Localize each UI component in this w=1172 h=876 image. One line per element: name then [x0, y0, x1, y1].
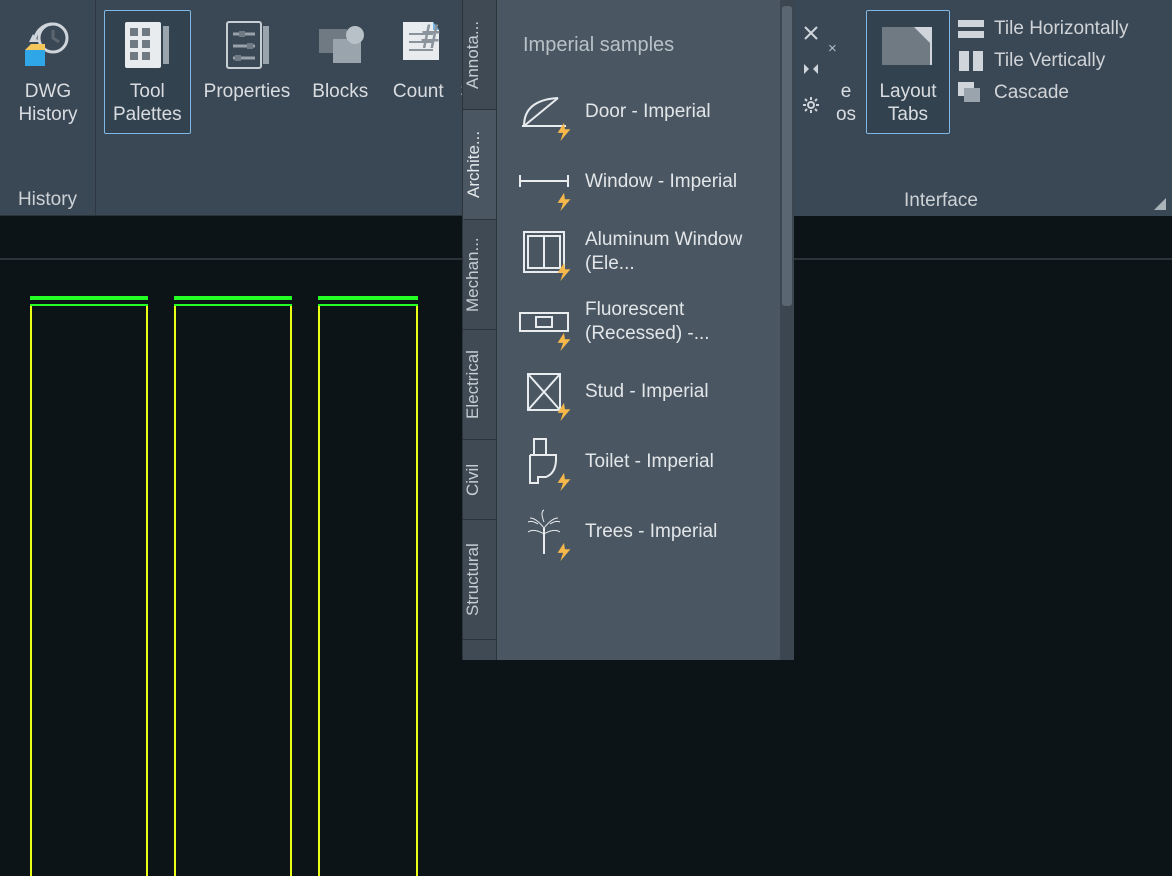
palette-item-aluminum-window[interactable]: Aluminum Window (Ele...: [517, 217, 784, 287]
blocks-icon: [312, 17, 368, 73]
tile-vertically-label: Tile Vertically: [994, 50, 1105, 72]
dynamic-bolt-icon: [553, 331, 575, 353]
dwg-history-button[interactable]: DWG History: [8, 10, 88, 134]
palette-title: Imperial samples: [497, 0, 794, 77]
palette-tab-mechanical[interactable]: Mechan...: [463, 220, 496, 330]
tool-palettes-icon: [119, 17, 175, 73]
scrollbar-thumb[interactable]: [782, 6, 792, 306]
dynamic-bolt-icon: [553, 261, 575, 283]
layout-tabs-button[interactable]: Layout Tabs: [866, 10, 950, 134]
dynamic-bolt-icon: [553, 191, 575, 213]
aluminum-window-icon: [517, 225, 571, 279]
fluorescent-icon: [517, 295, 571, 349]
palette-tab-annotation[interactable]: Annota...: [463, 0, 496, 110]
palette-item-label: Door - Imperial: [585, 100, 711, 124]
palette-item-fluorescent[interactable]: Fluorescent (Recessed) -...: [517, 287, 784, 357]
palette-item-list: Door - Imperial Window - Imperial: [497, 77, 794, 567]
properties-button[interactable]: Properties: [195, 10, 300, 109]
layout-tabs-label: Layout Tabs: [879, 81, 936, 129]
dynamic-bolt-icon: [553, 471, 575, 493]
dwg-history-icon: [20, 17, 76, 73]
palette-item-door[interactable]: Door - Imperial: [517, 77, 784, 147]
palette-item-label: Fluorescent (Recessed) -...: [585, 298, 753, 346]
tool-palettes-label: Tool Palettes: [113, 81, 182, 129]
ribbon-group-history: DWG History History: [0, 0, 96, 215]
dynamic-bolt-icon: [553, 541, 575, 563]
dwg-history-label: DWG History: [18, 81, 77, 129]
palette-item-label: Toilet - Imperial: [585, 450, 714, 474]
tile-horizontally-label: Tile Horizontally: [994, 18, 1128, 40]
dynamic-bolt-icon: [553, 401, 575, 423]
ribbon-group-label-interface: Interface: [824, 190, 1172, 212]
palette-window-controls: [800, 22, 822, 116]
svg-text:#: #: [421, 20, 440, 56]
count-icon: #: [390, 17, 446, 73]
count-label: Count: [393, 81, 444, 104]
layout-tabs-icon: [880, 17, 936, 73]
palette-tab-strip: Annota... Archite... Mechan... Electrica…: [463, 0, 497, 660]
tool-palettes-button[interactable]: Tool Palettes: [104, 10, 191, 134]
truncated-left-label: e os: [835, 81, 859, 129]
ribbon-group-interface: e os Layout Tabs Tile Horizontally: [794, 0, 1172, 216]
small-close-icon[interactable]: ×: [828, 40, 842, 54]
ribbon-group-label-history: History: [0, 189, 95, 211]
close-icon[interactable]: [800, 22, 822, 44]
gear-icon[interactable]: [800, 94, 822, 116]
window-arrange-list: Tile Horizontally Tile Vertically Cascad…: [952, 8, 1142, 104]
dialog-launcher-icon[interactable]: [1152, 196, 1166, 210]
autohide-icon[interactable]: [800, 58, 822, 80]
cascade-label: Cascade: [994, 82, 1069, 104]
palette-scrollbar[interactable]: [780, 0, 794, 660]
palette-tab-electrical[interactable]: Electrical: [463, 330, 496, 440]
palette-tab-architectural[interactable]: Archite...: [463, 110, 496, 220]
toilet-icon: [517, 435, 571, 489]
palette-item-label: Stud - Imperial: [585, 380, 709, 404]
blocks-button[interactable]: Blocks: [303, 10, 377, 109]
palette-item-label: Window - Imperial: [585, 170, 737, 194]
palette-tab-structural[interactable]: Structural: [463, 520, 496, 640]
window-icon: [517, 155, 571, 209]
palette-body: Imperial samples Door - Imperial: [497, 0, 794, 660]
cascade-button[interactable]: Cascade: [958, 82, 1128, 104]
tile-horizontal-icon: [958, 19, 984, 39]
door-icon: [517, 85, 571, 139]
palette-item-stud[interactable]: Stud - Imperial: [517, 357, 784, 427]
palette-item-label: Trees - Imperial: [585, 520, 717, 544]
properties-label: Properties: [204, 81, 291, 104]
palette-tab-civil[interactable]: Civil: [463, 440, 496, 520]
palette-item-trees[interactable]: Trees - Imperial: [517, 497, 784, 567]
count-button[interactable]: # Count: [381, 10, 455, 109]
blocks-label: Blocks: [312, 81, 368, 104]
drawing-geometry: [30, 276, 420, 876]
trees-icon: [517, 505, 571, 559]
cascade-icon: [958, 83, 984, 103]
truncated-left-button[interactable]: e os: [832, 10, 862, 136]
palette-item-label: Aluminum Window (Ele...: [585, 228, 753, 276]
properties-icon: [219, 17, 275, 73]
dynamic-bolt-icon: [553, 121, 575, 143]
palette-item-toilet[interactable]: Toilet - Imperial: [517, 427, 784, 497]
stud-icon: [517, 365, 571, 419]
tile-vertically-button[interactable]: Tile Vertically: [958, 50, 1128, 72]
tile-vertical-icon: [958, 51, 984, 71]
palette-item-window[interactable]: Window - Imperial: [517, 147, 784, 217]
tool-palette-panel: Annota... Archite... Mechan... Electrica…: [462, 0, 794, 660]
tile-horizontally-button[interactable]: Tile Horizontally: [958, 18, 1128, 40]
